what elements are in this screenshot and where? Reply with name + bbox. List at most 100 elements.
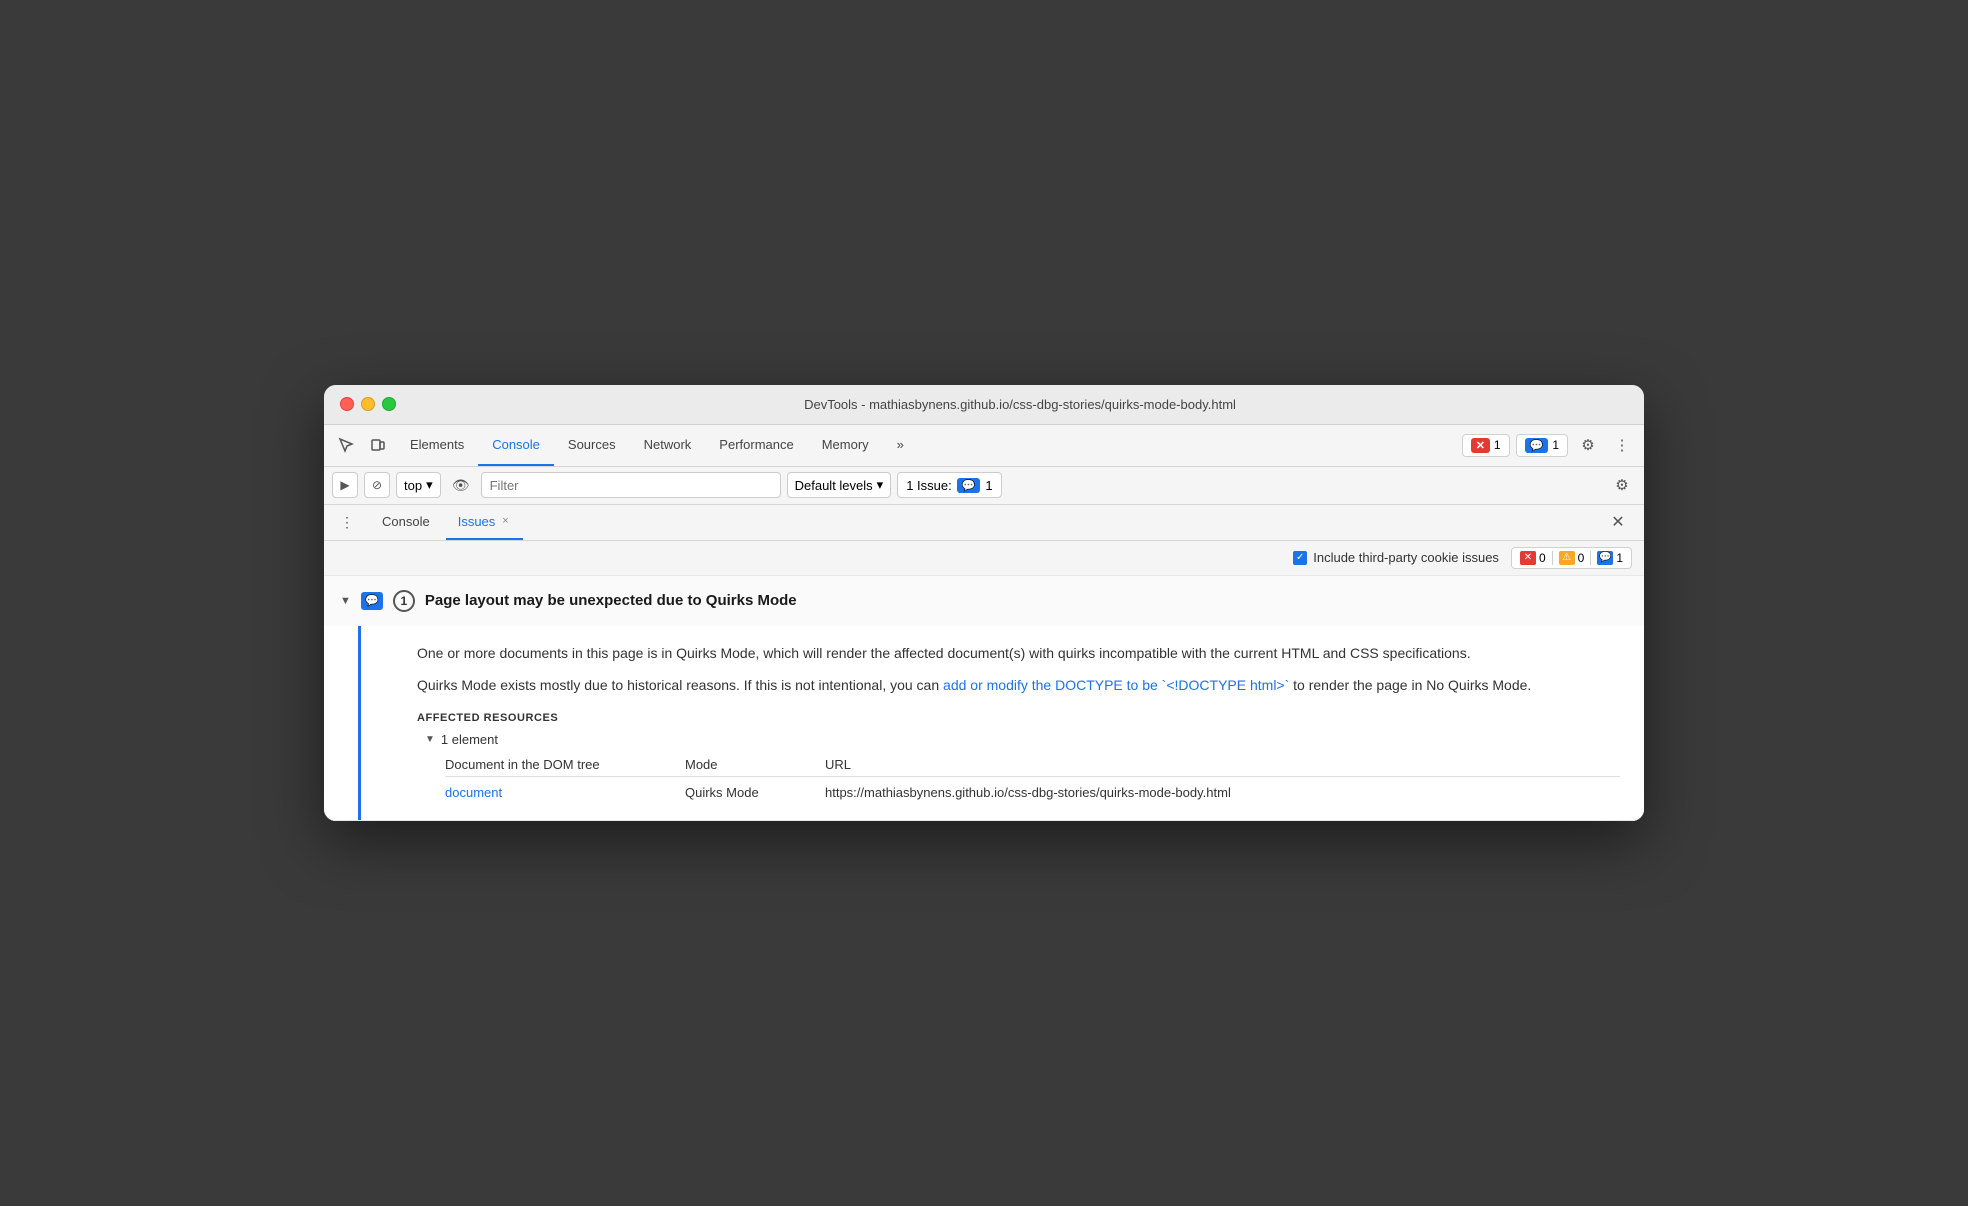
table-row: document Quirks Mode https://mathiasbyne… [445, 781, 1620, 804]
eye-button[interactable]: 👁 [447, 471, 475, 499]
col-mode-header: Mode [685, 757, 785, 772]
issue-group: ▼ 💬 1 Page layout may be unexpected due … [324, 576, 1644, 822]
issue-count-badges: ✕ 0 ⚠ 0 💬 1 [1511, 547, 1632, 569]
col-url-value: https://mathiasbynens.github.io/css-dbg-… [825, 785, 1620, 800]
sub-tabs-right: ✕ [1604, 508, 1632, 536]
col-mode-value: Quirks Mode [685, 785, 785, 800]
subtab-issues-label: Issues [458, 514, 496, 529]
error-badge-icon: ✕ [1520, 551, 1536, 565]
issues-filter-bar: ✓ Include third-party cookie issues ✕ 0 … [324, 541, 1644, 576]
col-url-header: URL [825, 757, 1620, 772]
third-party-checkbox[interactable]: ✓ [1293, 551, 1307, 565]
issue-desc-link[interactable]: add or modify the DOCTYPE to be `<!DOCTY… [943, 677, 1289, 693]
affected-table: Document in the DOM tree Mode URL docume… [445, 753, 1620, 804]
info-badge-icon: 💬 [1597, 551, 1613, 565]
affected-tree-arrow: ▼ [425, 734, 435, 745]
warning-count-badge: ⚠ 0 [1559, 551, 1585, 565]
warning-badge-count: 0 [1578, 551, 1585, 565]
panel-menu-button[interactable]: ⋮ [336, 511, 358, 533]
tab-performance[interactable]: Performance [705, 424, 807, 466]
chevron-down-icon: ▾ [426, 477, 433, 493]
issue-description: One or more documents in this page is in… [417, 642, 1620, 697]
tab-network[interactable]: Network [630, 424, 706, 466]
tab-memory[interactable]: Memory [808, 424, 883, 466]
subtab-console[interactable]: Console [370, 504, 442, 540]
error-badge-icon: ✕ [1471, 438, 1490, 453]
levels-selector[interactable]: Default levels ▾ [787, 472, 892, 498]
clear-button[interactable]: ⊘ [364, 472, 390, 498]
subtab-console-label: Console [382, 514, 430, 529]
issue-desc-p2: Quirks Mode exists mostly due to histori… [417, 674, 1620, 696]
title-bar: DevTools - mathiasbynens.github.io/css-d… [324, 385, 1644, 425]
third-party-checkbox-label[interactable]: ✓ Include third-party cookie issues [1293, 550, 1499, 565]
badge-divider-2 [1590, 551, 1591, 565]
context-selector[interactable]: top ▾ [396, 472, 441, 498]
run-button[interactable]: ▶ [332, 472, 358, 498]
issue-expand-arrow: ▼ [340, 595, 351, 607]
document-link[interactable]: document [445, 785, 502, 800]
device-mode-button[interactable] [364, 431, 392, 459]
message-badge-icon: 💬 [1525, 438, 1549, 453]
chevron-down-icon: ▾ [877, 477, 884, 493]
minimize-button[interactable] [361, 397, 375, 411]
affected-resources: AFFECTED RESOURCES ▼ 1 element Document … [417, 712, 1620, 804]
context-label: top [404, 478, 422, 493]
error-count-badge: ✕ 0 [1520, 551, 1546, 565]
issue-type-icon: 💬 [361, 592, 383, 610]
tab-sources[interactable]: Sources [554, 424, 630, 466]
issue-body: One or more documents in this page is in… [358, 626, 1644, 821]
traffic-lights [340, 397, 396, 411]
affected-tree-header[interactable]: ▼ 1 element [425, 732, 1620, 747]
nav-tabs: Elements Console Sources Network Perform… [396, 424, 918, 466]
secondary-toolbar: ▶ ⊘ top ▾ 👁 Default levels ▾ 1 Issue: 💬 … [324, 467, 1644, 505]
toolbar-right: ✕ 1 💬 1 ⚙ ⋮ [1462, 431, 1636, 459]
affected-tree: ▼ 1 element Document in the DOM tree Mod… [425, 732, 1620, 804]
run-icon: ▶ [340, 478, 349, 492]
tab-more[interactable]: » [883, 424, 918, 466]
issues-count-label: 1 Issue: [906, 478, 952, 493]
eye-icon: 👁 [452, 477, 470, 494]
subtab-issues-close[interactable]: × [500, 515, 510, 527]
levels-label: Default levels [795, 478, 873, 493]
panel-close-button[interactable]: ✕ [1604, 508, 1632, 536]
close-button[interactable] [340, 397, 354, 411]
info-count-badge: 💬 1 [1597, 551, 1623, 565]
error-badge-button[interactable]: ✕ 1 [1462, 434, 1510, 457]
issue-count-number: 1 [401, 594, 408, 608]
col-doc-header: Document in the DOM tree [445, 757, 645, 772]
panel-area: ⋮ Console Issues × ✕ ✓ Include third-par… [324, 505, 1644, 822]
info-badge-count: 1 [1616, 551, 1623, 565]
top-toolbar: Elements Console Sources Network Perform… [324, 425, 1644, 467]
affected-resources-label: AFFECTED RESOURCES [417, 712, 1620, 724]
third-party-label-text: Include third-party cookie issues [1313, 550, 1499, 565]
subtab-issues[interactable]: Issues × [446, 504, 523, 540]
filter-input[interactable] [481, 472, 781, 498]
issue-desc-p1: One or more documents in this page is in… [417, 642, 1620, 664]
col-doc-value: document [445, 785, 645, 800]
issue-count-circle: 1 [393, 590, 415, 612]
issues-badge-icon: 💬 [957, 478, 981, 493]
issues-badge-button[interactable]: 1 Issue: 💬 1 [897, 472, 1001, 498]
message-badge-button[interactable]: 💬 1 [1516, 434, 1568, 457]
console-settings-button[interactable]: ⚙ [1608, 471, 1636, 499]
error-count: 1 [1494, 438, 1501, 452]
issues-content: ▼ 💬 1 Page layout may be unexpected due … [324, 576, 1644, 822]
tab-elements[interactable]: Elements [396, 424, 478, 466]
maximize-button[interactable] [382, 397, 396, 411]
message-count: 1 [1552, 438, 1559, 452]
error-badge-count: 0 [1539, 551, 1546, 565]
issue-header[interactable]: ▼ 💬 1 Page layout may be unexpected due … [324, 576, 1644, 626]
issue-desc-p2-before: Quirks Mode exists mostly due to histori… [417, 677, 943, 693]
issues-count: 1 [985, 478, 992, 493]
more-options-button[interactable]: ⋮ [1608, 431, 1636, 459]
devtools-window: DevTools - mathiasbynens.github.io/css-d… [324, 385, 1644, 822]
affected-table-header: Document in the DOM tree Mode URL [445, 753, 1620, 777]
window-title: DevTools - mathiasbynens.github.io/css-d… [412, 397, 1628, 412]
settings-button[interactable]: ⚙ [1574, 431, 1602, 459]
sub-tabs: ⋮ Console Issues × ✕ [324, 505, 1644, 541]
badge-divider-1 [1552, 551, 1553, 565]
tab-console[interactable]: Console [478, 424, 554, 466]
inspect-element-button[interactable] [332, 431, 360, 459]
toolbar-left [332, 431, 392, 459]
affected-element-count: 1 element [441, 732, 498, 747]
